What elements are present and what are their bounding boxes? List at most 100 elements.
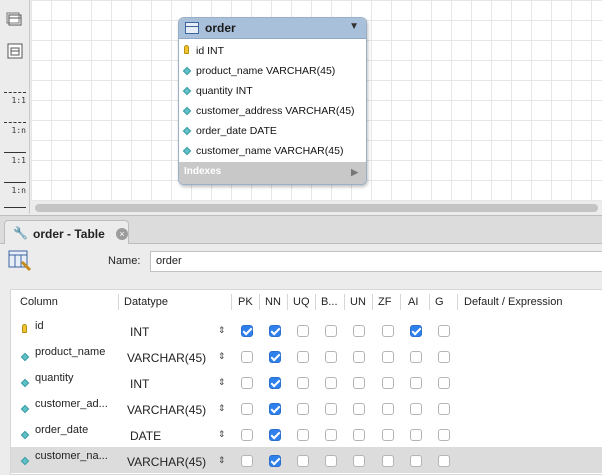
new-view-tool-icon[interactable] [6,42,24,60]
un-checkbox[interactable] [353,377,365,389]
un-checkbox[interactable] [353,455,365,467]
ai-checkbox[interactable] [410,403,422,415]
select-stepper-icon[interactable]: ⇕ [218,325,226,336]
un-checkbox[interactable] [353,325,365,337]
zf-checkbox[interactable] [382,455,394,467]
entity-column[interactable]: customer_name VARCHAR(45) [179,141,366,161]
relationship-1-n-identifying-tool[interactable]: 1:n [4,180,28,196]
select-stepper-icon[interactable]: ⇕ [218,351,226,362]
ai-checkbox[interactable] [410,429,422,441]
uq-checkbox[interactable] [297,325,309,337]
header-nn[interactable]: NN [265,296,281,308]
datatype-select[interactable]: VARCHAR(45) [127,455,206,469]
column-name-cell[interactable]: id [35,320,44,332]
g-checkbox[interactable] [438,325,450,337]
zf-checkbox[interactable] [382,377,394,389]
scrollbar-thumb[interactable] [35,204,598,212]
table-row[interactable]: order_date DATE ⇕ [11,421,602,447]
header-un[interactable]: UN [350,296,366,308]
select-stepper-icon[interactable]: ⇕ [218,403,226,414]
horizontal-scrollbar[interactable] [31,201,602,215]
entity-column[interactable]: order_date DATE [179,121,366,141]
header-datatype[interactable]: Datatype [124,296,168,308]
b-checkbox[interactable] [325,455,337,467]
entity-column[interactable]: product_name VARCHAR(45) [179,61,366,81]
uq-checkbox[interactable] [297,455,309,467]
pk-checkbox[interactable] [241,377,253,389]
zf-checkbox[interactable] [382,403,394,415]
header-pk[interactable]: PK [238,296,253,308]
ai-checkbox[interactable] [410,377,422,389]
header-uq[interactable]: UQ [293,296,310,308]
g-checkbox[interactable] [438,403,450,415]
nn-checkbox[interactable] [269,325,281,337]
b-checkbox[interactable] [325,325,337,337]
relationship-1-n-non-identifying-tool[interactable]: 1:n [4,120,28,136]
zf-checkbox[interactable] [382,325,394,337]
b-checkbox[interactable] [325,429,337,441]
column-name-cell[interactable]: customer_na... [35,450,108,462]
entity-column[interactable]: customer_address VARCHAR(45) [179,101,366,121]
new-table-tool-icon[interactable] [6,12,24,30]
column-name-cell[interactable]: quantity [35,372,74,384]
uq-checkbox[interactable] [297,403,309,415]
column-name-cell[interactable]: product_name [35,346,105,358]
table-row[interactable]: quantity INT ⇕ [11,369,602,395]
ai-checkbox[interactable] [410,455,422,467]
relationship-1-1-non-identifying-tool[interactable]: 1:1 [4,90,28,106]
nn-checkbox[interactable] [269,429,281,441]
g-checkbox[interactable] [438,455,450,467]
nn-checkbox[interactable] [269,403,281,415]
header-binary[interactable]: B... [321,296,338,308]
entity-column[interactable]: id INT [179,41,366,61]
b-checkbox[interactable] [325,377,337,389]
close-tab-icon[interactable]: × [116,228,128,240]
ai-checkbox[interactable] [410,351,422,363]
entity-indexes-section[interactable]: Indexes ▶ [179,162,366,184]
select-stepper-icon[interactable]: ⇕ [218,429,226,440]
nn-checkbox[interactable] [269,455,281,467]
datatype-select[interactable]: INT [130,325,149,339]
g-checkbox[interactable] [438,377,450,389]
header-column[interactable]: Column [20,296,58,308]
un-checkbox[interactable] [353,429,365,441]
table-row[interactable]: customer_na... VARCHAR(45) ⇕ [11,447,602,473]
pk-checkbox[interactable] [241,429,253,441]
header-g[interactable]: G [435,296,444,308]
datatype-select[interactable]: VARCHAR(45) [127,351,206,365]
un-checkbox[interactable] [353,351,365,363]
entity-column[interactable]: quantity INT [179,81,366,101]
pk-checkbox[interactable] [241,325,253,337]
header-ai[interactable]: AI [408,296,418,308]
entity-header[interactable]: order ▼ [179,18,366,39]
expand-triangle-icon[interactable]: ▶ [351,162,358,182]
g-checkbox[interactable] [438,351,450,363]
uq-checkbox[interactable] [297,377,309,389]
select-stepper-icon[interactable]: ⇕ [218,377,226,388]
tab-order-table[interactable]: 🔧 order - Table × [4,220,129,245]
datatype-select[interactable]: DATE [130,429,161,443]
table-row[interactable]: id INT ⇕ [11,317,602,343]
header-default-expression[interactable]: Default / Expression [464,296,562,308]
nn-checkbox[interactable] [269,377,281,389]
table-row[interactable]: product_name VARCHAR(45) ⇕ [11,343,602,369]
table-name-input[interactable]: order [150,251,602,272]
datatype-select[interactable]: INT [130,377,149,391]
collapse-triangle-icon[interactable]: ▼ [349,21,359,32]
un-checkbox[interactable] [353,403,365,415]
ai-checkbox[interactable] [410,325,422,337]
column-name-cell[interactable]: order_date [35,424,88,436]
select-stepper-icon[interactable]: ⇕ [218,455,226,466]
zf-checkbox[interactable] [382,429,394,441]
zf-checkbox[interactable] [382,351,394,363]
nn-checkbox[interactable] [269,351,281,363]
datatype-select[interactable]: VARCHAR(45) [127,403,206,417]
header-zf[interactable]: ZF [378,296,391,308]
b-checkbox[interactable] [325,351,337,363]
table-row[interactable]: customer_ad... VARCHAR(45) ⇕ [11,395,602,421]
column-name-cell[interactable]: customer_ad... [35,398,108,410]
g-checkbox[interactable] [438,429,450,441]
pk-checkbox[interactable] [241,351,253,363]
b-checkbox[interactable] [325,403,337,415]
pk-checkbox[interactable] [241,455,253,467]
